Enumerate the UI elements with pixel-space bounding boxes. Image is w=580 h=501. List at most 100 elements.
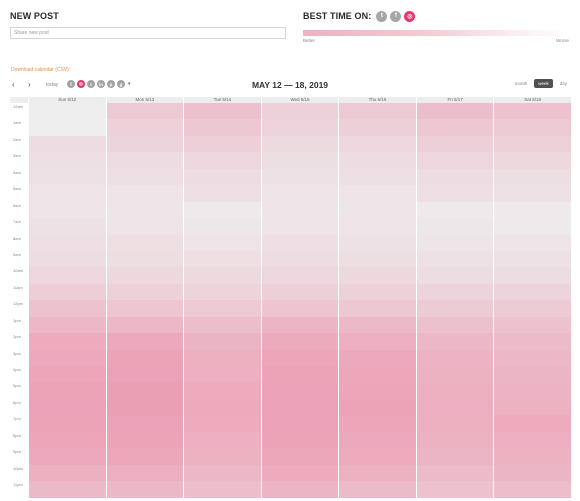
time-slot-cell[interactable] [416,415,494,432]
time-slot-cell[interactable] [29,201,106,219]
time-slot-cell[interactable] [339,398,416,416]
time-slot-cell[interactable] [184,333,261,350]
time-slot-cell[interactable] [494,267,571,284]
time-slot-cell[interactable] [261,333,339,350]
time-slot-cell[interactable] [339,366,416,383]
time-slot-cell[interactable] [494,398,571,416]
time-slot-cell[interactable] [416,135,494,153]
time-slot-cell[interactable] [416,431,494,449]
time-slot-cell[interactable] [106,234,184,251]
time-slot-cell[interactable] [29,415,106,432]
time-slot-cell[interactable] [184,283,261,301]
time-slot-cell[interactable] [494,464,571,482]
time-slot-cell[interactable] [184,464,261,482]
twitter-icon[interactable]: t [376,10,388,22]
time-slot-cell[interactable] [184,234,261,251]
time-slot-cell[interactable] [106,218,184,235]
time-slot-cell[interactable] [416,464,494,482]
time-slot-cell[interactable] [494,185,571,202]
time-slot-cell[interactable] [261,382,339,399]
time-slot-cell[interactable] [106,464,184,482]
time-slot-cell[interactable] [184,152,261,169]
time-slot-cell[interactable] [184,316,261,334]
time-slot-cell[interactable] [29,448,106,465]
time-slot-cell[interactable] [339,431,416,449]
time-slot-cell[interactable] [29,382,106,399]
time-slot-cell[interactable] [106,135,184,153]
time-slot-cell[interactable] [416,103,494,120]
time-slot-cell[interactable] [261,201,339,219]
time-slot-cell[interactable] [339,201,416,219]
time-slot-cell[interactable] [261,415,339,432]
time-slot-cell[interactable] [261,481,339,498]
time-slot-cell[interactable] [494,448,571,465]
time-slot-cell[interactable] [416,316,494,334]
time-slot-cell[interactable] [339,283,416,301]
time-slot-cell[interactable] [184,398,261,416]
time-slot-cell[interactable] [261,267,339,284]
time-slot-cell[interactable] [184,201,261,219]
time-slot-cell[interactable] [339,185,416,202]
time-slot-cell[interactable] [416,448,494,465]
time-slot-cell[interactable] [416,481,494,498]
time-slot-cell[interactable] [261,464,339,482]
time-slot-cell[interactable] [339,119,416,136]
time-slot-cell[interactable] [261,250,339,268]
time-slot-cell[interactable] [184,119,261,136]
time-slot-cell[interactable] [339,464,416,482]
time-slot-cell[interactable] [184,349,261,366]
time-slot-cell[interactable] [106,300,184,317]
time-slot-cell[interactable] [339,168,416,186]
time-slot-cell[interactable] [184,415,261,432]
time-slot-cell[interactable] [261,185,339,202]
time-slot-cell[interactable] [339,250,416,268]
time-slot-cell[interactable] [261,152,339,169]
time-slot-cell[interactable] [29,119,106,136]
time-slot-cell[interactable] [339,300,416,317]
time-slot-cell[interactable] [494,250,571,268]
time-slot-cell[interactable] [29,349,106,366]
time-slot-cell[interactable] [261,316,339,334]
time-slot-cell[interactable] [416,333,494,350]
time-slot-cell[interactable] [184,185,261,202]
time-slot-cell[interactable] [29,250,106,268]
time-slot-cell[interactable] [106,415,184,432]
time-slot-cell[interactable] [106,316,184,334]
time-slot-cell[interactable] [106,398,184,416]
time-slot-cell[interactable] [261,234,339,251]
time-slot-cell[interactable] [416,152,494,169]
time-slot-cell[interactable] [416,168,494,186]
time-slot-cell[interactable] [494,119,571,136]
time-slot-cell[interactable] [494,283,571,301]
time-slot-cell[interactable] [416,349,494,366]
time-slot-cell[interactable] [339,349,416,366]
time-slot-cell[interactable] [29,152,106,169]
time-slot-cell[interactable] [29,398,106,416]
time-slot-cell[interactable] [339,481,416,498]
time-slot-cell[interactable] [261,119,339,136]
time-slot-cell[interactable] [184,481,261,498]
time-slot-cell[interactable] [261,283,339,301]
time-slot-cell[interactable] [416,201,494,219]
time-slot-cell[interactable] [416,119,494,136]
time-slot-cell[interactable] [494,349,571,366]
time-slot-cell[interactable] [261,366,339,383]
time-slot-cell[interactable] [416,234,494,251]
time-slot-cell[interactable] [29,481,106,498]
time-slot-cell[interactable] [184,448,261,465]
time-slot-cell[interactable] [29,218,106,235]
time-slot-cell[interactable] [184,250,261,268]
time-slot-cell[interactable] [494,103,571,120]
time-slot-cell[interactable] [339,135,416,153]
time-slot-cell[interactable] [29,185,106,202]
time-slot-cell[interactable] [261,103,339,120]
time-slot-cell[interactable] [494,168,571,186]
time-slot-cell[interactable] [106,431,184,449]
time-slot-cell[interactable] [29,300,106,317]
time-slot-cell[interactable] [29,267,106,284]
facebook-icon[interactable]: f [390,10,402,22]
time-slot-cell[interactable] [494,316,571,334]
time-slot-cell[interactable] [184,382,261,399]
time-slot-cell[interactable] [339,382,416,399]
time-slot-cell[interactable] [184,300,261,317]
